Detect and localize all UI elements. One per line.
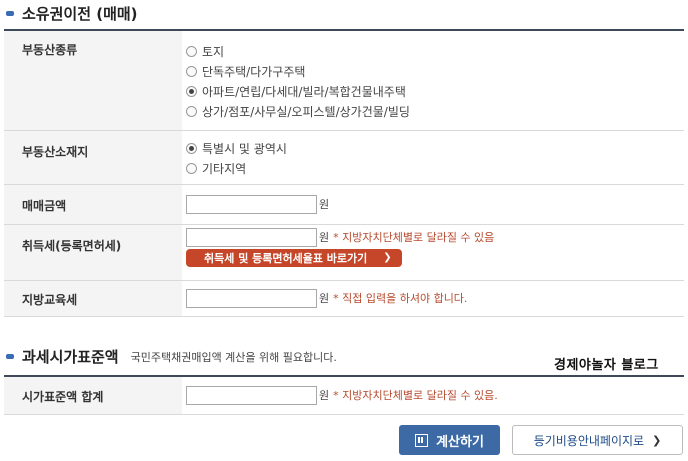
ownership-form-table: 부동산종류 토지 단독주택/다가구주택 아파트/연립/다세대/빌라/복합건물내주… <box>4 29 684 317</box>
blog-watermark: 경제야놀자 블로그 <box>554 358 659 373</box>
acquisition-tax-input[interactable] <box>186 227 317 247</box>
chevron-right-icon: ❯ <box>652 433 662 447</box>
radio-checked-icon[interactable] <box>186 143 197 154</box>
unit-label: 원 <box>319 198 330 211</box>
radio-icon[interactable] <box>186 105 197 117</box>
chevron-right-icon: ❯ <box>383 252 392 263</box>
tax-rate-table-link-button[interactable]: 취득세 및 등록면허세율표 바로가기 ❯ <box>186 248 402 267</box>
section-header-ownership: 소유권이전 (매매) <box>6 3 138 24</box>
sale-price-label: 매매금액 <box>4 184 182 225</box>
unit-label: 원 <box>319 292 330 305</box>
radio-checked-icon[interactable] <box>186 85 197 97</box>
calculator-icon <box>415 433 429 447</box>
property-type-options: 토지 단독주택/다가구주택 아파트/연립/다세대/빌라/복합건물내주택 상가/점… <box>182 30 684 131</box>
location-label: 부동산소재지 <box>4 130 182 185</box>
education-tax-label: 지방교육세 <box>4 280 182 317</box>
radio-option-detached-house[interactable]: 단독주택/다가구주택 <box>186 61 684 81</box>
standard-total-label: 시가표준액 합계 <box>4 376 182 415</box>
acquisition-tax-label: 취득세(등록면허세) <box>4 224 182 281</box>
education-tax-note: * 직접 입력을 하셔야 합니다. <box>333 292 468 305</box>
registration-cost-guide-button[interactable]: 등기비용안내페이지로 ❯ <box>512 425 683 455</box>
radio-option-metro-city[interactable]: 특별시 및 광역시 <box>186 139 684 159</box>
acquisition-tax-note: * 지방자치단체별로 달라질 수 있음 <box>333 231 495 244</box>
standard-total-cell: 원 * 지방자치단체별로 달라질 수 있음. <box>182 376 684 415</box>
section-header-standard-value: 과세시가표준액 국민주택채권매입액 계산을 위해 필요합니다. <box>6 346 337 367</box>
education-tax-cell: 원 * 직접 입력을 하셔야 합니다. <box>182 280 684 317</box>
calculate-button[interactable]: 계산하기 <box>399 425 500 455</box>
standard-value-table: 시가표준액 합계 원 * 지방자치단체별로 달라질 수 있음. <box>4 375 684 415</box>
radio-icon[interactable] <box>186 163 197 174</box>
standard-total-note: * 지방자치단체별로 달라질 수 있음. <box>333 389 498 403</box>
bullet-icon <box>6 354 14 359</box>
radio-option-land[interactable]: 토지 <box>186 41 684 61</box>
section-title: 과세시가표준액 <box>22 348 119 366</box>
section-title: 소유권이전 (매매) <box>22 5 138 23</box>
sale-price-input[interactable] <box>186 194 317 214</box>
radio-icon[interactable] <box>186 45 197 57</box>
property-type-label: 부동산종류 <box>4 30 182 131</box>
radio-icon[interactable] <box>186 65 197 77</box>
sale-price-cell: 원 <box>182 184 684 225</box>
bullet-icon <box>6 11 14 16</box>
standard-total-input[interactable] <box>186 385 317 405</box>
location-options: 특별시 및 광역시 기타지역 <box>182 130 684 185</box>
section-description: 국민주택채권매입액 계산을 위해 필요합니다. <box>130 350 337 364</box>
radio-option-commercial[interactable]: 상가/점포/사무실/오피스텔/상가건물/빌딩 <box>186 101 684 121</box>
radio-option-other-region[interactable]: 기타지역 <box>186 159 684 179</box>
unit-label: 원 <box>319 389 330 403</box>
radio-option-apartment[interactable]: 아파트/연립/다세대/빌라/복합건물내주택 <box>186 81 684 101</box>
education-tax-input[interactable] <box>186 288 317 308</box>
acquisition-tax-cell: 원 * 지방자치단체별로 달라질 수 있음 취득세 및 등록면허세율표 바로가기… <box>182 224 684 281</box>
unit-label: 원 <box>319 231 330 244</box>
